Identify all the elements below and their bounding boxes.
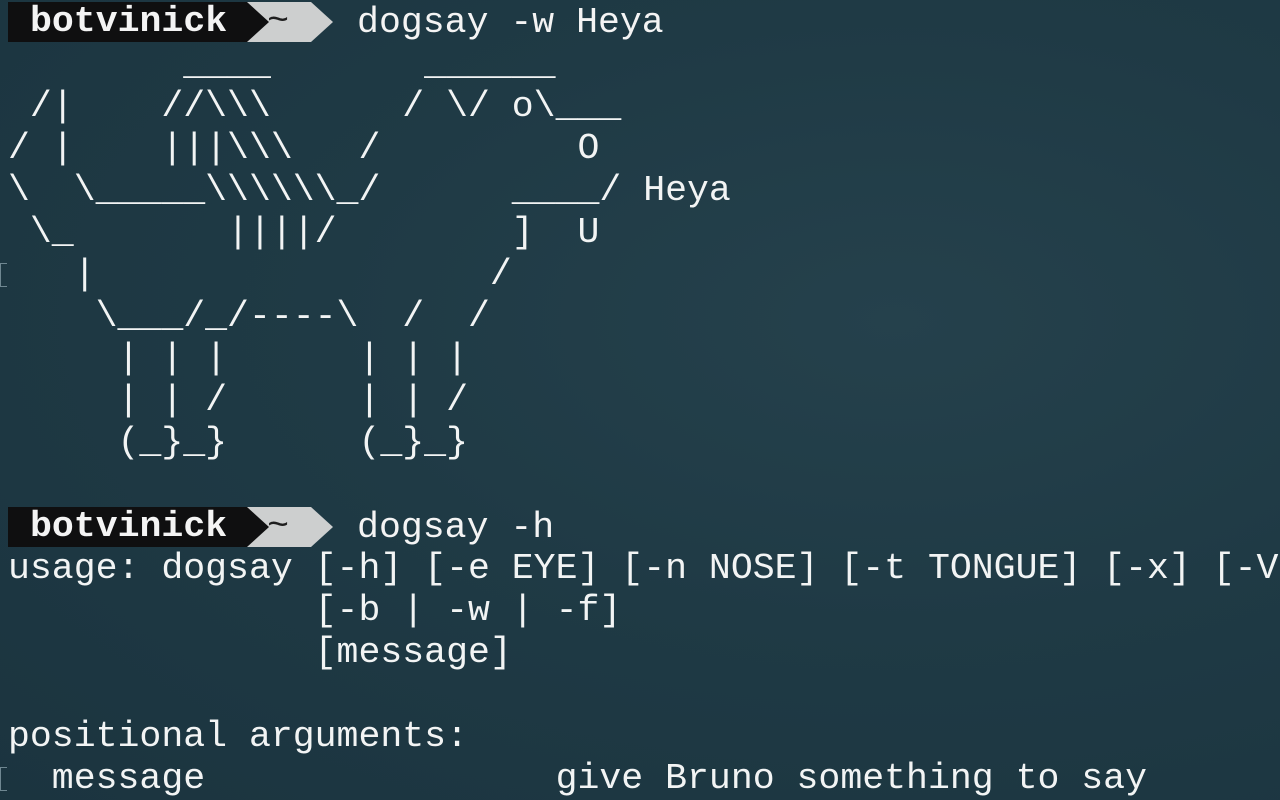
command-text: dogsay -w Heya — [357, 1, 664, 43]
terminal-window[interactable]: botvinick ~ dogsay -w Heya ____ ______ /… — [0, 0, 1280, 800]
prompt-arrow-icon — [311, 2, 334, 42]
prompt-user-segment: botvinick — [8, 507, 248, 547]
prompt-user-segment: botvinick — [8, 2, 248, 42]
gutter-mark-icon — [0, 263, 7, 287]
usage-line-1: usage: dogsay [-h] [-e EYE] [-n NOSE] [-… — [8, 548, 1279, 589]
usage-line-3: [message] — [8, 632, 512, 673]
dog-ascii-art: ____ ______ /| //\\\ / \/ o\___ / | |||\… — [8, 44, 731, 463]
prompt-line-1: botvinick ~ dogsay -w Heya — [8, 1, 664, 43]
prompt-arrow-icon — [247, 507, 270, 547]
command-text: dogsay -h — [357, 506, 555, 548]
prompt-line-2: botvinick ~ dogsay -h — [8, 506, 554, 548]
positional-header: positional arguments: — [8, 716, 468, 757]
usage-line-2: [-b | -w | -f] — [8, 590, 622, 631]
prompt-arrow-icon — [311, 507, 334, 547]
prompt-arrow-icon — [247, 2, 270, 42]
positional-message-row: message give Bruno something to say — [8, 758, 1147, 799]
gutter-mark-icon — [0, 767, 7, 791]
